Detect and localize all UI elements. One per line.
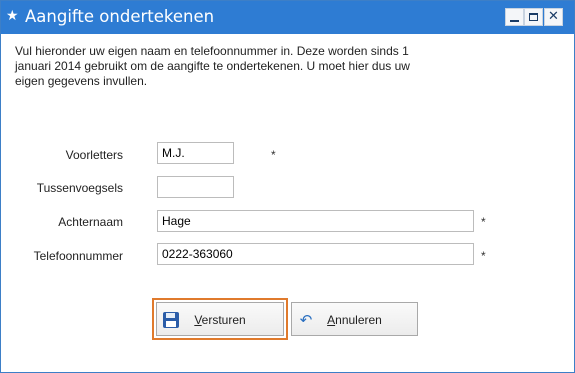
intro-text: Vul hieronder uw eigen naam en telefoonn… [15, 44, 410, 88]
close-icon: ✕ [548, 9, 559, 24]
versturen-label: Versturen [194, 313, 246, 327]
annuleren-button[interactable]: ↶ Annuleren [291, 302, 418, 336]
voorletters-label: Voorletters [65, 148, 123, 162]
tussenvoegsels-field[interactable] [157, 176, 234, 198]
telefoonnummer-field[interactable]: 0222-363060 [157, 243, 474, 265]
maximize-button[interactable] [524, 8, 543, 26]
required-marker: * [481, 249, 486, 263]
window-title: Aangifte ondertekenen [25, 7, 215, 26]
annuleren-label: Annuleren [327, 313, 382, 327]
versturen-button[interactable]: Versturen [156, 302, 284, 336]
minimize-icon [510, 20, 519, 22]
achternaam-label: Achternaam [58, 215, 123, 229]
required-marker: * [481, 215, 486, 229]
voorletters-field[interactable]: M.J. [157, 142, 234, 164]
title-bar[interactable]: ★ Aangifte ondertekenen ✕ [1, 1, 574, 34]
tussenvoegsels-label: Tussenvoegsels [36, 181, 123, 195]
dialog-window: ★ Aangifte ondertekenen ✕ Vul hieronder … [0, 0, 575, 373]
minimize-button[interactable] [505, 8, 524, 26]
achternaam-field[interactable]: Hage [157, 210, 474, 232]
maximize-icon [529, 13, 538, 21]
close-button[interactable]: ✕ [544, 8, 563, 26]
telefoonnummer-label: Telefoonnummer [33, 249, 123, 263]
star-icon: ★ [6, 8, 19, 24]
required-marker: * [271, 148, 276, 162]
